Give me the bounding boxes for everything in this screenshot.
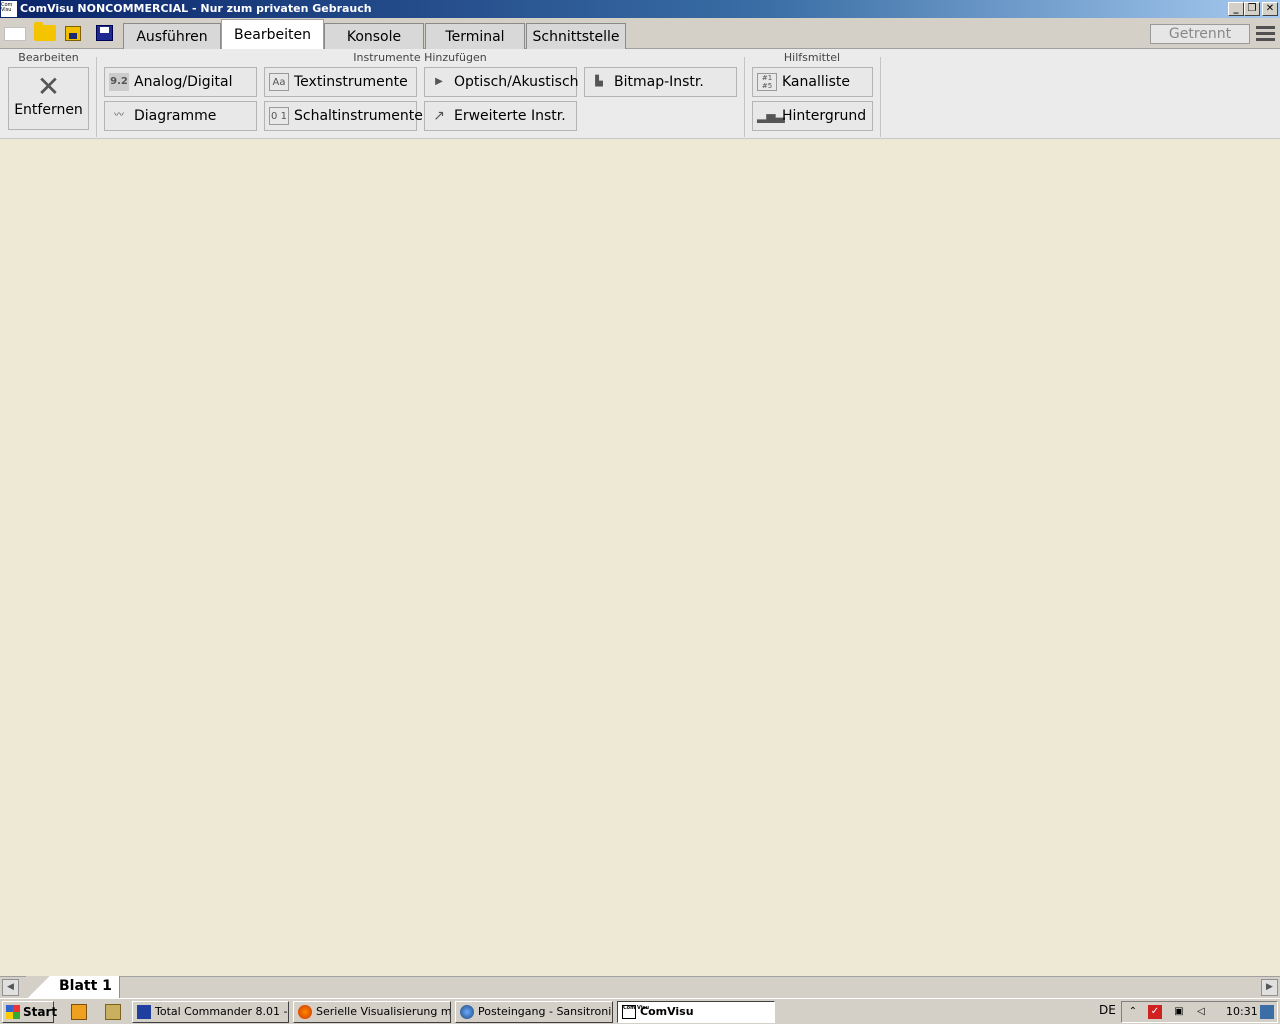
- diagrams-label: Diagramme: [134, 108, 217, 124]
- text-instruments-label: Textinstrumente: [294, 74, 408, 90]
- task-total-commander[interactable]: Total Commander 8.01 - ...: [132, 1001, 289, 1023]
- total-commander-icon: [137, 1005, 151, 1019]
- task-mail[interactable]: Posteingang - Sansitroni...: [455, 1001, 613, 1023]
- text-icon: Aa: [269, 73, 289, 91]
- sheet-bar: ◀ Blatt 1 ▶: [0, 976, 1280, 998]
- remove-x-icon: ✕: [36, 70, 61, 103]
- task-comvisu[interactable]: Com Visu ComVisu: [617, 1001, 775, 1023]
- analog-digital-icon: 9.2: [109, 73, 129, 91]
- open-folder-icon[interactable]: [34, 22, 56, 41]
- arrow-icon: ↗: [433, 108, 445, 124]
- window-title: ComVisu NONCOMMERCIAL - Nur zum privaten…: [20, 2, 372, 15]
- bitmap-icon: ▙: [595, 76, 603, 87]
- switch-icon: 0 1: [269, 107, 289, 125]
- save-icon[interactable]: [96, 25, 113, 41]
- new-file-icon[interactable]: [4, 27, 26, 41]
- landscape-icon: ▂▅▃: [757, 109, 785, 123]
- optical-acoustic-label: Optisch/Akustisch: [454, 74, 579, 90]
- switch-instruments-button[interactable]: 0 1 Schaltinstrumente: [264, 101, 423, 131]
- task-label: Posteingang - Sansitroni...: [478, 1005, 613, 1018]
- remove-button[interactable]: ✕ Entfernen: [8, 67, 89, 130]
- channel-list-label: Kanalliste: [782, 74, 851, 90]
- design-canvas[interactable]: [0, 140, 1280, 976]
- extended-instruments-label: Erweiterte Instr.: [454, 108, 566, 124]
- firefox-icon: [298, 1005, 312, 1019]
- channel-list-icon: #1 #5: [757, 73, 777, 91]
- hamburger-menu-icon[interactable]: [1256, 26, 1275, 42]
- divider: [96, 57, 97, 137]
- divider: [880, 57, 881, 137]
- close-icon[interactable]: ✕: [1262, 2, 1278, 16]
- comvisu-icon: Com Visu: [622, 1005, 649, 1019]
- minimize-icon[interactable]: _: [1228, 2, 1244, 16]
- taskbar: Start Total Commander 8.01 - ... Seriell…: [0, 998, 1280, 1024]
- tab-konsole[interactable]: Konsole: [324, 23, 424, 49]
- speaker-icon: ▶: [435, 76, 443, 87]
- analog-digital-label: Analog/Digital: [134, 74, 233, 90]
- diagrams-button[interactable]: 〰 Diagramme: [104, 101, 257, 131]
- volume-icon[interactable]: ◁: [1194, 1005, 1208, 1019]
- remove-label: Entfernen: [14, 102, 83, 118]
- sheet-prev-icon[interactable]: ◀: [2, 979, 19, 996]
- system-tray: ⌃ ✓ ▣ ◁ 10:31: [1121, 1001, 1278, 1023]
- mail-icon: [460, 1005, 474, 1019]
- antivirus-icon[interactable]: ✓: [1148, 1005, 1162, 1019]
- optical-acoustic-button[interactable]: ▶ Optisch/Akustisch: [424, 67, 579, 97]
- background-label: Hintergrund: [782, 108, 867, 124]
- save-as-icon[interactable]: [65, 26, 81, 41]
- background-button[interactable]: ▂▅▃ Hintergrund: [752, 101, 873, 131]
- group-label-instruments: Instrumente Hinzufügen: [353, 51, 487, 64]
- tab-schnittstelle[interactable]: Schnittstelle: [526, 23, 626, 49]
- group-label-tools: Hilfsmittel: [783, 51, 841, 64]
- sheet-next-icon[interactable]: ▶: [1261, 979, 1278, 996]
- text-instruments-button[interactable]: Aa Textinstrumente: [264, 67, 417, 97]
- chevron-up-icon[interactable]: ⌃: [1126, 1005, 1140, 1019]
- switch-instruments-label: Schaltinstrumente: [294, 108, 423, 124]
- explorer-icon[interactable]: [105, 1004, 121, 1020]
- extended-instruments-button[interactable]: ↗ Erweiterte Instr.: [424, 101, 577, 131]
- connection-status-button[interactable]: Getrennt: [1150, 24, 1250, 44]
- tab-terminal[interactable]: Terminal: [425, 23, 525, 49]
- bitmap-instruments-button[interactable]: ▙ Bitmap-Instr.: [584, 67, 737, 97]
- channel-list-button[interactable]: #1 #5 Kanalliste: [752, 67, 873, 97]
- network-icon[interactable]: ▣: [1172, 1005, 1186, 1019]
- start-button[interactable]: Start: [2, 1001, 57, 1023]
- task-firefox[interactable]: Serielle Visualisierung mit...: [293, 1001, 451, 1023]
- title-bar: Com Visu ComVisu NONCOMMERCIAL - Nur zum…: [0, 0, 1280, 18]
- language-indicator[interactable]: DE: [1099, 1003, 1116, 1017]
- group-label-edit: Bearbeiten: [18, 51, 79, 64]
- tab-bearbeiten[interactable]: Bearbeiten: [221, 19, 324, 50]
- chart-icon: 〰: [114, 110, 124, 121]
- divider: [744, 57, 745, 137]
- task-label: Serielle Visualisierung mit...: [316, 1005, 451, 1018]
- ribbon: Bearbeiten Instrumente Hinzufügen Hilfsm…: [0, 49, 1280, 139]
- restore-icon[interactable]: ❐: [1244, 2, 1260, 16]
- bitmap-instruments-label: Bitmap-Instr.: [614, 74, 704, 90]
- tab-ausfuehren[interactable]: Ausführen: [123, 23, 221, 49]
- clock: 10:31: [1226, 1005, 1258, 1018]
- app-icon: Com Visu: [1, 1, 17, 17]
- task-label: Total Commander 8.01 - ...: [155, 1005, 289, 1018]
- show-desktop-icon[interactable]: [1260, 1005, 1274, 1019]
- sheet-tab[interactable]: Blatt 1: [26, 976, 120, 998]
- media-player-icon[interactable]: [71, 1004, 87, 1020]
- analog-digital-button[interactable]: 9.2 Analog/Digital: [104, 67, 257, 97]
- tab-bar: Ausführen Bearbeiten Konsole Terminal Sc…: [0, 18, 1280, 50]
